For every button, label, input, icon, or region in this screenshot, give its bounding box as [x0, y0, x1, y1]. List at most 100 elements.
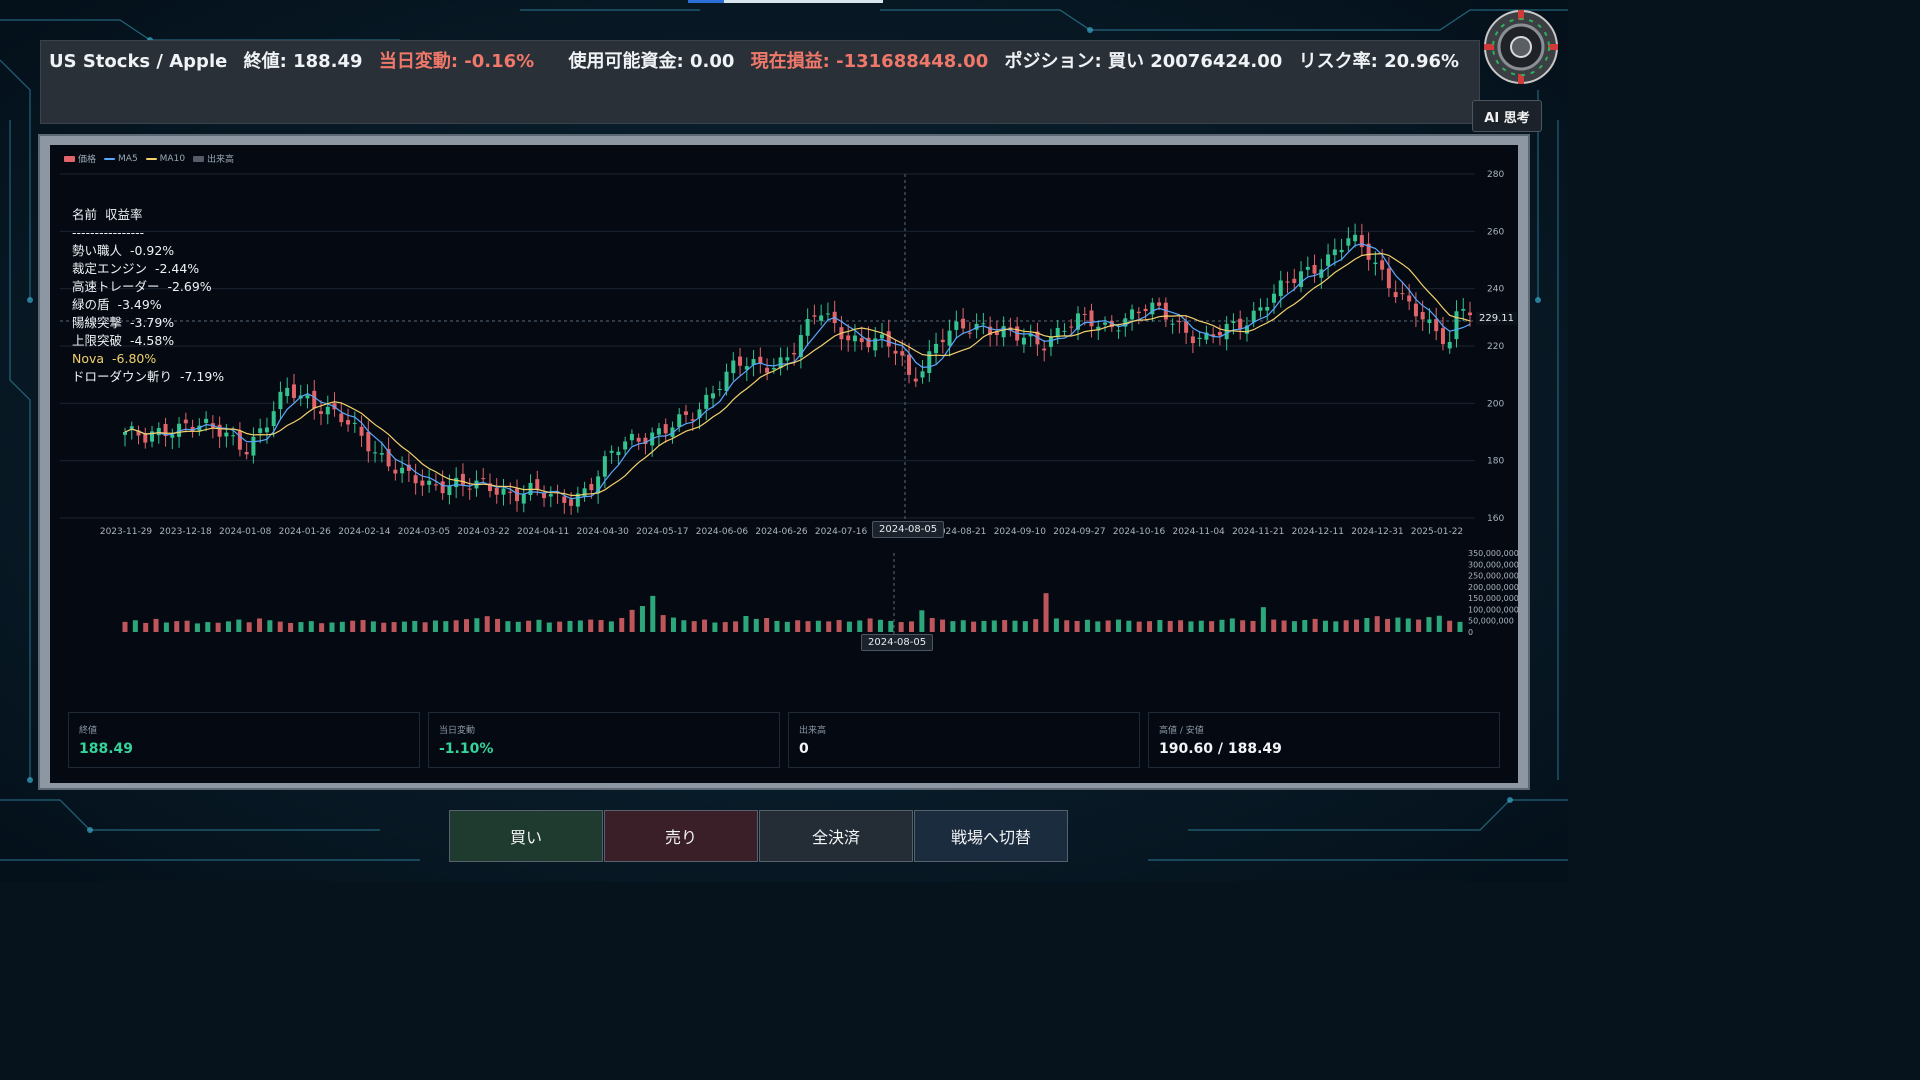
- volume-bar: [370, 621, 376, 632]
- x-tick-label: 2024-04-30: [577, 527, 630, 537]
- x-tick-label: 2023-11-29: [100, 527, 153, 537]
- legend-price[interactable]: 価格: [64, 152, 96, 165]
- candle-body: [264, 427, 269, 433]
- volume-bar: [1457, 621, 1463, 632]
- candle-body: [825, 313, 830, 315]
- y-tick-label: 220: [1487, 342, 1504, 352]
- legend-ma5[interactable]: MA5: [104, 152, 138, 165]
- x-tick-label: 2024-11-04: [1172, 527, 1225, 537]
- volume-bar: [236, 619, 242, 632]
- candle-body: [893, 350, 898, 354]
- volume-bar: [557, 621, 563, 632]
- candle-body: [1359, 235, 1364, 248]
- candle-body: [1042, 348, 1047, 351]
- candle-body: [521, 494, 526, 504]
- volume-bar: [1385, 618, 1391, 632]
- volume-bar: [319, 623, 325, 632]
- volume-bar: [1012, 620, 1018, 632]
- volume-bar: [888, 620, 894, 632]
- volume-tick-label: 200,000,000: [1468, 583, 1519, 592]
- candle-body: [920, 371, 925, 378]
- candle-body: [508, 491, 513, 493]
- x-tick-label: 2024-03-05: [398, 527, 450, 537]
- volume-bar: [1250, 620, 1256, 632]
- candle-body: [562, 496, 567, 503]
- volume-bar: [526, 620, 532, 632]
- volume-bar: [298, 622, 304, 632]
- candle-body: [352, 422, 357, 424]
- candle-body: [1305, 266, 1310, 270]
- volume-bar: [1033, 619, 1039, 632]
- candle-body: [771, 367, 776, 370]
- candle-body: [346, 420, 351, 425]
- volume-bar: [1074, 620, 1080, 632]
- candle-body: [683, 411, 688, 415]
- candle-body: [569, 499, 574, 506]
- switch-battlefield-button[interactable]: 戦場へ切替: [914, 810, 1068, 862]
- candle-body: [467, 488, 472, 490]
- legend-volume[interactable]: 出来高: [193, 152, 234, 165]
- volume-bar: [1053, 618, 1059, 632]
- candle-body: [325, 406, 330, 415]
- volume-bar: [1136, 621, 1142, 632]
- volume-bar: [184, 620, 190, 632]
- volume-bar: [1115, 619, 1121, 632]
- close-all-button[interactable]: 全決済: [759, 810, 913, 862]
- candle-body: [1069, 326, 1074, 328]
- volume-bar: [1333, 621, 1339, 632]
- candle-body: [1238, 318, 1243, 330]
- candle-body: [231, 435, 236, 437]
- candle-body: [629, 433, 634, 441]
- volume-bar: [453, 620, 459, 632]
- volume-bar: [681, 620, 687, 632]
- volume-bar: [122, 621, 128, 632]
- candle-body: [967, 332, 972, 334]
- sell-button[interactable]: 売り: [604, 810, 758, 862]
- volume-bar: [1022, 621, 1028, 632]
- buy-button[interactable]: 買い: [449, 810, 603, 862]
- volume-bar: [981, 620, 987, 632]
- candle-body: [1454, 311, 1459, 340]
- candle-body: [1048, 337, 1053, 347]
- volume-bar: [1447, 620, 1453, 632]
- ranking-row: 陽線突撃 -3.79%: [72, 315, 175, 330]
- candle-body: [656, 428, 661, 435]
- volume-bar: [401, 621, 407, 632]
- candle-body: [724, 371, 729, 392]
- legend-ma10[interactable]: MA10: [145, 152, 185, 165]
- volume-bar: [1395, 617, 1401, 632]
- candle-body: [427, 480, 432, 485]
- candle-body: [359, 426, 364, 436]
- candle-body: [1332, 249, 1337, 256]
- volume-bar: [1374, 616, 1380, 632]
- candle-body: [542, 493, 547, 499]
- volume-bar: [360, 620, 366, 632]
- candle-body: [1001, 326, 1006, 338]
- candle-body: [1170, 323, 1175, 325]
- candle-body: [677, 414, 682, 428]
- volume-tick-label: 0: [1468, 628, 1473, 637]
- x-tick-label: 2024-06-26: [755, 527, 808, 537]
- volume-bar: [194, 623, 200, 632]
- ranking-row: 高速トレーダー -2.69%: [72, 279, 212, 294]
- volume-bar: [474, 618, 480, 632]
- volume-bar: [1126, 620, 1132, 632]
- x-tick-label: 2024-07-16: [815, 527, 868, 537]
- ma10-line: [124, 252, 1471, 497]
- candle-body: [1082, 313, 1087, 315]
- volume-bar: [1302, 620, 1308, 632]
- stat-volume: 出来高 0: [788, 712, 1140, 768]
- candle-body: [305, 395, 310, 399]
- candle-body: [1326, 254, 1331, 266]
- candle-body: [717, 388, 722, 390]
- candle-body: [711, 393, 716, 399]
- volume-bar: [546, 622, 552, 632]
- volume-bar: [1240, 620, 1246, 632]
- ranking-row: 上限突破 -4.58%: [72, 333, 175, 348]
- candle-body: [947, 330, 952, 346]
- volume-bar: [1095, 621, 1101, 632]
- candle-body: [251, 436, 256, 456]
- candle-body: [494, 487, 499, 495]
- candle-body: [900, 351, 905, 356]
- candle-body: [616, 451, 621, 456]
